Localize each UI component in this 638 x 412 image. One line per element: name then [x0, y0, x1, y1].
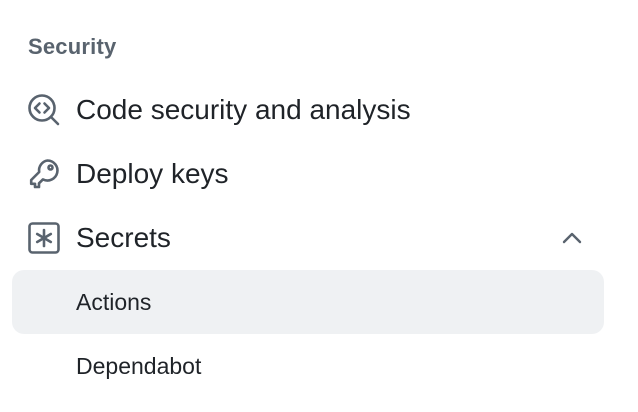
- asterisk-box-icon: [26, 220, 62, 256]
- sub-item-dependabot[interactable]: Dependabot: [12, 334, 604, 398]
- nav-item-code-security-and-analysis[interactable]: Code security and analysis: [12, 78, 604, 142]
- codescan-icon: [26, 92, 62, 128]
- chevron-up-icon[interactable]: [560, 226, 584, 250]
- nav-item-deploy-keys[interactable]: Deploy keys: [12, 142, 604, 206]
- nav-item-secrets[interactable]: Secrets: [12, 206, 604, 270]
- section-heading-security: Security: [28, 34, 117, 59]
- sub-item-label: Dependabot: [76, 353, 202, 379]
- nav-item-label: Code security and analysis: [76, 94, 411, 125]
- sub-item-label: Actions: [76, 289, 152, 315]
- sub-item-actions[interactable]: Actions: [12, 270, 604, 334]
- nav-item-label: Secrets: [76, 222, 171, 253]
- security-settings-nav: Security Code security and analysis Depl…: [0, 0, 638, 412]
- nav-item-label: Deploy keys: [76, 158, 229, 189]
- key-icon: [26, 156, 62, 192]
